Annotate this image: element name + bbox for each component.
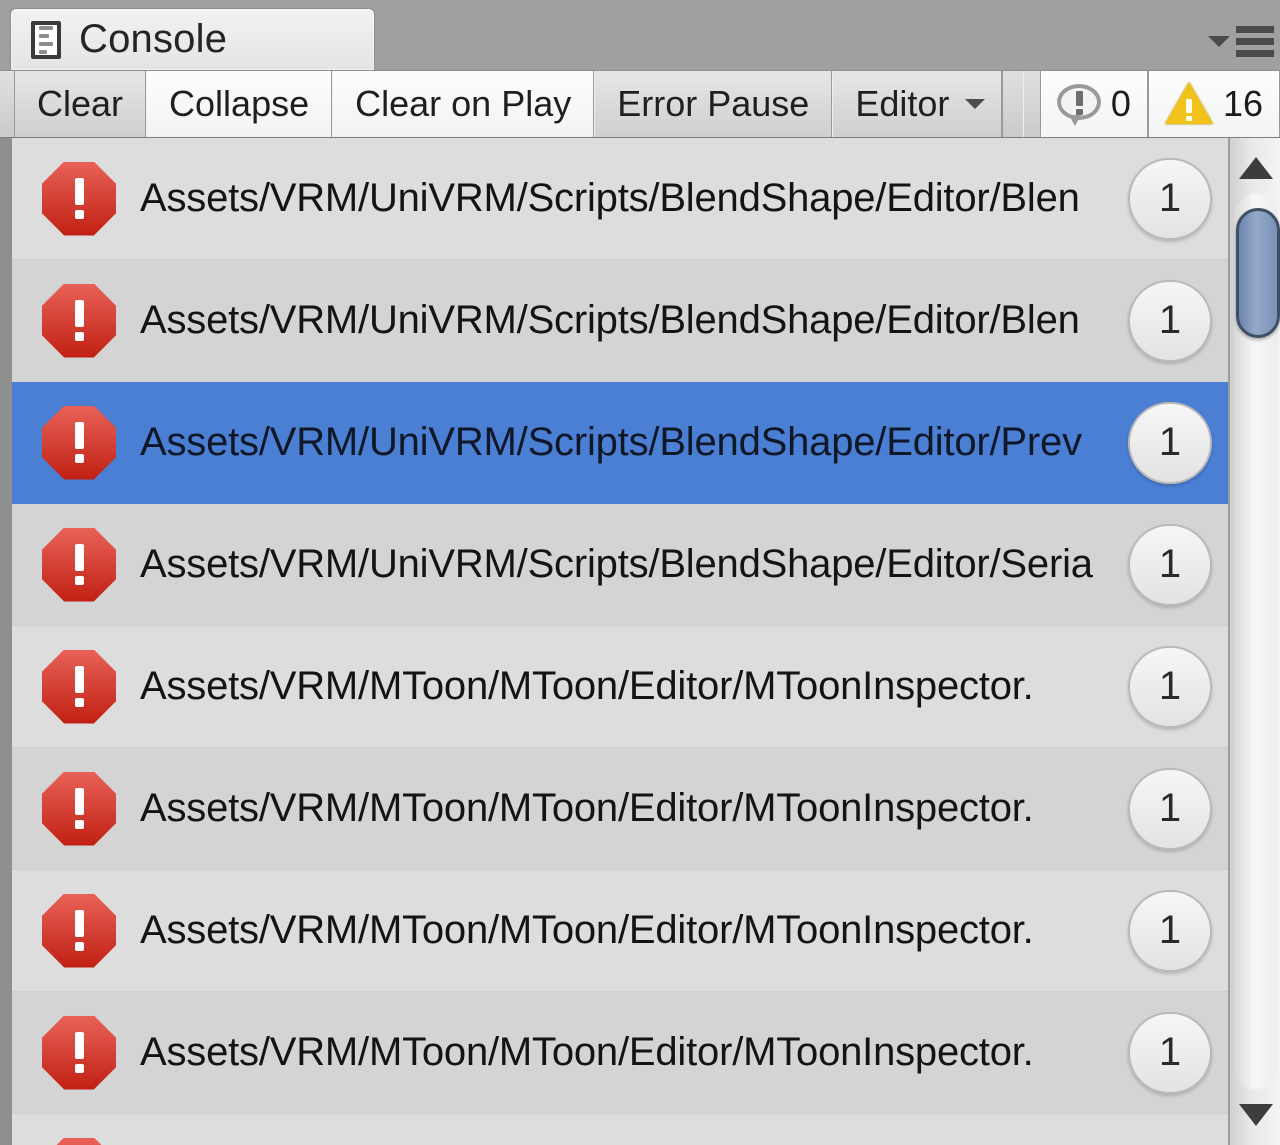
error-count-label: 0 bbox=[1111, 83, 1131, 125]
tab-strip: Console bbox=[0, 0, 1280, 70]
log-message: Assets/VRM/UniVRM/Scripts/BlendShape/Edi… bbox=[140, 542, 1093, 587]
toolbar-spacer bbox=[1024, 71, 1040, 137]
log-count-badge: 1 bbox=[1128, 646, 1212, 728]
log-row[interactable]: Assets/VRM/MToon/MToon/Editor/MToonInspe… bbox=[12, 870, 1228, 992]
warning-triangle-icon bbox=[1165, 82, 1213, 126]
log-row[interactable]: Assets/VRM/MToon/MToon/Editor/MToonInspe… bbox=[12, 626, 1228, 748]
tab-console-label: Console bbox=[79, 17, 227, 62]
log-count-badge: 1 bbox=[1128, 768, 1212, 850]
log-count-badge: 1 bbox=[1128, 158, 1212, 240]
error-icon bbox=[42, 772, 116, 846]
log-row[interactable]: Assets/VRM/UniVRM/Scripts/BlendShape/Edi… bbox=[12, 504, 1228, 626]
clear-button[interactable]: Clear bbox=[14, 71, 146, 137]
warning-count-label: 16 bbox=[1223, 83, 1263, 125]
log-rows-container: Assets/VRM/UniVRM/Scripts/BlendShape/Edi… bbox=[12, 138, 1228, 1145]
collapse-toggle[interactable]: Collapse bbox=[146, 71, 332, 137]
log-row[interactable]: Assets/VRM/MToon/MToon/Editor/MToonInspe… bbox=[12, 748, 1228, 870]
log-message: Assets/VRM/UniVRM/Scripts/BlendShape/Edi… bbox=[140, 298, 1080, 343]
error-bubble-icon bbox=[1057, 82, 1101, 126]
error-icon bbox=[42, 162, 116, 236]
toolbar-divider bbox=[1002, 71, 1024, 137]
scrollbar-track[interactable] bbox=[1234, 194, 1278, 1089]
window-menu-button[interactable] bbox=[1208, 26, 1274, 57]
log-row[interactable]: Assets/VRM/UniVRM/Scripts/BlendShape/Edi… bbox=[12, 260, 1228, 382]
error-pause-toggle[interactable]: Error Pause bbox=[594, 71, 832, 137]
chevron-down-icon bbox=[1208, 36, 1230, 47]
error-icon bbox=[42, 284, 116, 358]
error-count-toggle[interactable]: 0 bbox=[1040, 71, 1148, 137]
error-icon bbox=[42, 1138, 116, 1145]
error-icon bbox=[42, 1016, 116, 1090]
console-document-icon bbox=[31, 21, 61, 59]
scroll-up-arrow-icon[interactable] bbox=[1230, 142, 1280, 194]
log-count-badge: 1 bbox=[1128, 890, 1212, 972]
log-row[interactable]: Assets/VRM/UniVRM/Scripts/BlendShape/Edi… bbox=[12, 138, 1228, 260]
log-message: Assets/VRM/MToon/MToon/Editor/MToonInspe… bbox=[140, 1030, 1034, 1075]
log-count-badge: 1 bbox=[1128, 524, 1212, 606]
editor-dropdown[interactable]: Editor bbox=[832, 71, 1002, 137]
scroll-down-arrow-icon[interactable] bbox=[1230, 1089, 1280, 1141]
error-icon bbox=[42, 894, 116, 968]
hamburger-menu-icon bbox=[1236, 26, 1274, 57]
editor-dropdown-label: Editor bbox=[855, 83, 949, 125]
log-message: Assets/VRM/MToon/MToon/Editor/MToonInspe… bbox=[140, 908, 1034, 953]
log-row[interactable]: Assets/VRM/MToon/MToon/Editor/MToonInspe… bbox=[12, 992, 1228, 1114]
tab-console[interactable]: Console bbox=[10, 8, 375, 70]
log-count-badge: 1 bbox=[1128, 1012, 1212, 1094]
console-toolbar: Clear Collapse Clear on Play Error Pause… bbox=[0, 70, 1280, 138]
console-log-list: Assets/VRM/UniVRM/Scripts/BlendShape/Edi… bbox=[0, 138, 1280, 1145]
log-count-badge: 1 bbox=[1128, 402, 1212, 484]
error-icon bbox=[42, 528, 116, 602]
log-row[interactable]: Assets/VRM/UniVRM/Scripts/BlendShape/Edi… bbox=[12, 382, 1228, 504]
clear-on-play-toggle[interactable]: Clear on Play bbox=[332, 71, 594, 137]
chevron-down-icon bbox=[965, 99, 985, 109]
log-message: Assets/VRM/MToon/MToon/Editor/MToonInspe… bbox=[140, 664, 1034, 709]
log-message: Assets/VRM/UniVRM/Scripts/BlendShape/Edi… bbox=[140, 176, 1080, 221]
error-icon bbox=[42, 650, 116, 724]
log-message: Assets/VRM/MToon/MToon/Editor/MToonInspe… bbox=[140, 786, 1034, 831]
scrollbar-thumb[interactable] bbox=[1236, 208, 1280, 338]
error-icon bbox=[42, 406, 116, 480]
log-message: Assets/VRM/UniVRM/Scripts/BlendShape/Edi… bbox=[140, 420, 1082, 465]
console-window: Console Clear Collapse Clear on Play Err… bbox=[0, 0, 1280, 1145]
log-count-badge: 1 bbox=[1128, 280, 1212, 362]
vertical-scrollbar[interactable] bbox=[1228, 138, 1280, 1145]
log-row[interactable]: Assets/VRM/MToon/MToon/Editor/MToonIn bbox=[12, 1114, 1228, 1145]
warning-count-toggle[interactable]: 16 bbox=[1148, 71, 1280, 137]
